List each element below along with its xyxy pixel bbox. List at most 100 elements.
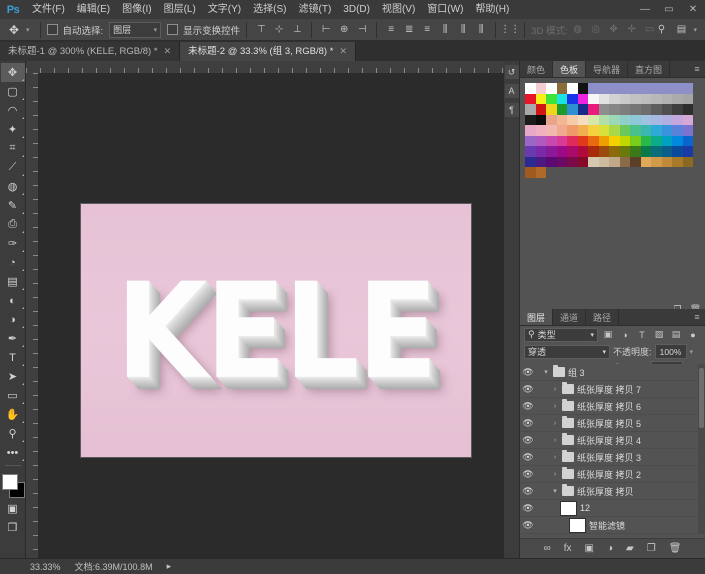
layer-visibility-icon[interactable]: 👁: [520, 503, 536, 514]
swatch-cell[interactable]: [567, 93, 578, 104]
maximize-button[interactable]: ▭: [657, 0, 681, 19]
layer-row[interactable]: 👁 › 纸张厚度 拷贝 5: [520, 415, 705, 432]
swatch-cell[interactable]: [588, 156, 599, 167]
swatch-cell[interactable]: [567, 125, 578, 136]
swatch-cell[interactable]: [577, 104, 588, 115]
swatch-cell[interactable]: [556, 93, 567, 104]
swatch-cell[interactable]: [556, 83, 567, 94]
status-expand-icon[interactable]: ▸: [167, 561, 172, 572]
swatch-cell[interactable]: [588, 146, 599, 157]
swatch-cell[interactable]: [598, 135, 609, 146]
minimize-button[interactable]: —: [633, 0, 657, 19]
screen-mode-icon[interactable]: ❐: [1, 518, 25, 537]
swatch-cell[interactable]: [609, 135, 620, 146]
layer-visibility-icon[interactable]: 👁: [520, 469, 536, 480]
foreground-color-swatch[interactable]: [1, 474, 18, 490]
zoom-level[interactable]: 33.33%: [30, 562, 61, 572]
swatch-cell[interactable]: [630, 114, 641, 125]
swatch-cell[interactable]: [672, 114, 683, 125]
swatch-cell[interactable]: [630, 156, 641, 167]
swatch-cell[interactable]: [609, 146, 620, 157]
swatch-cell[interactable]: [661, 83, 672, 94]
swatch-cell[interactable]: [598, 83, 609, 94]
lasso-tool-icon[interactable]: ◠: [1, 101, 25, 120]
align-more-icon[interactable]: ⋮⋮: [500, 21, 520, 39]
layer-row[interactable]: 👁 › 纸张厚度 拷贝 2: [520, 466, 705, 483]
swatch-cell[interactable]: [651, 93, 662, 104]
swatch-cell[interactable]: [598, 156, 609, 167]
swatch-cell[interactable]: [535, 135, 546, 146]
swatch-cell[interactable]: [672, 156, 683, 167]
history-brush-tool-icon[interactable]: ✑: [1, 234, 25, 253]
swatch-cell[interactable]: [588, 125, 599, 136]
swatch-cell[interactable]: [609, 83, 620, 94]
swatch-cell[interactable]: [651, 83, 662, 94]
gradient-tool-icon[interactable]: ▤: [1, 272, 25, 291]
history-panel-icon[interactable]: ↺: [504, 65, 519, 79]
layer-expand-arrow-icon[interactable]: ›: [551, 437, 559, 444]
swatch-cell[interactable]: [619, 125, 630, 136]
dist-left-icon[interactable]: ⫼: [437, 21, 453, 39]
swatch-cell[interactable]: [609, 93, 620, 104]
search-icon[interactable]: ⚲: [653, 21, 669, 39]
swatch-cell[interactable]: [661, 114, 672, 125]
swatch-cell[interactable]: [630, 93, 641, 104]
menu-item-3[interactable]: 图层(L): [158, 0, 202, 19]
swatch-cell[interactable]: [577, 156, 588, 167]
rectangle-tool-icon[interactable]: ▭: [1, 386, 25, 405]
swatch-cell[interactable]: [546, 125, 557, 136]
align-hcenter-icon[interactable]: ⊕: [336, 21, 352, 39]
swatch-cell[interactable]: [630, 125, 641, 136]
swatch-cell[interactable]: [661, 156, 672, 167]
swatch-cell[interactable]: [640, 114, 651, 125]
menu-item-2[interactable]: 图像(I): [116, 0, 157, 19]
auto-select-dropdown[interactable]: 图层 ▾: [109, 21, 162, 38]
menu-item-0[interactable]: 文件(F): [26, 0, 71, 19]
swatch-cell[interactable]: [588, 135, 599, 146]
color-panel-tab-3[interactable]: 直方图: [628, 61, 671, 77]
tab-close-icon[interactable]: ✕: [164, 42, 172, 61]
swatch-cell[interactable]: [651, 114, 662, 125]
swatch-cell[interactable]: [535, 156, 546, 167]
swatch-cell[interactable]: [672, 93, 683, 104]
swatch-cell[interactable]: [535, 167, 546, 178]
swatch-cell[interactable]: [661, 93, 672, 104]
swatch-cell[interactable]: [588, 83, 599, 94]
layer-row[interactable]: 👁 智能滤镜: [520, 517, 705, 534]
swatch-cell[interactable]: [535, 83, 546, 94]
swatch-cell[interactable]: [672, 125, 683, 136]
swatch-cell[interactable]: [546, 104, 557, 115]
pen-tool-icon[interactable]: ✒: [1, 329, 25, 348]
arrange-documents-icon[interactable]: ▤: [673, 21, 689, 39]
swatch-cell[interactable]: [598, 93, 609, 104]
swatch-cell[interactable]: [640, 93, 651, 104]
color-panel-tab-2[interactable]: 导航器: [586, 61, 629, 77]
swatch-cell[interactable]: [546, 114, 557, 125]
swatch-cell[interactable]: [525, 146, 536, 157]
color-panel-tab-1[interactable]: 色板: [553, 61, 587, 77]
swatch-cell[interactable]: [682, 114, 693, 125]
layer-visibility-icon[interactable]: 👁: [520, 367, 536, 378]
swatch-cell[interactable]: [672, 135, 683, 146]
dist-top-icon[interactable]: ≡: [383, 21, 399, 39]
swatch-cell[interactable]: [556, 125, 567, 136]
tool-preset-caret-icon[interactable]: ▾: [26, 26, 34, 34]
swatch-cell[interactable]: [525, 104, 536, 115]
edit-toolbar-icon[interactable]: •••: [1, 443, 25, 462]
document-tab-0[interactable]: 未标题-1 @ 300% (KELE, RGB/8) * ✕: [0, 42, 181, 61]
swatch-grid[interactable]: [525, 83, 693, 178]
swatch-cell[interactable]: [577, 93, 588, 104]
swatch-cell[interactable]: [609, 125, 620, 136]
layer-row[interactable]: 👁 ▾ 纸张厚度 拷贝: [520, 483, 705, 500]
filter-smart-icon[interactable]: ▤: [669, 328, 683, 342]
dist-right-icon[interactable]: ⫼: [473, 21, 489, 39]
swatch-cell[interactable]: [525, 125, 536, 136]
swatch-cell[interactable]: [672, 83, 683, 94]
swatch-cell[interactable]: [556, 156, 567, 167]
show-transform-checkbox[interactable]: [167, 24, 179, 35]
swatch-cell[interactable]: [588, 114, 599, 125]
panel-menu-icon[interactable]: ≡: [689, 61, 705, 77]
adjustment-layer-icon[interactable]: ◑: [607, 543, 613, 554]
align-top-icon[interactable]: ⊤: [253, 21, 269, 39]
layer-row[interactable]: 👁 ▾ 组 3: [520, 364, 705, 381]
